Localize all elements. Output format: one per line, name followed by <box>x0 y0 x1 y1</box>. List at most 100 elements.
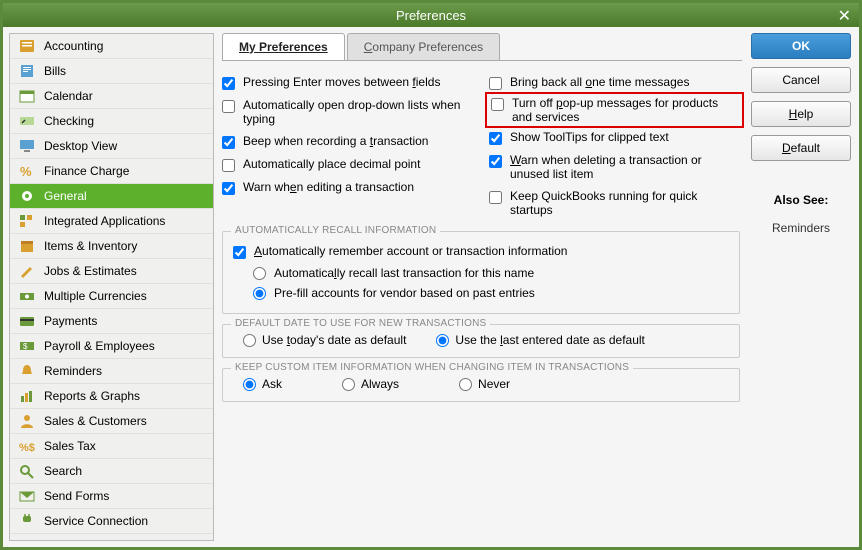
sidebar-item-label: Sales & Customers <box>44 414 147 428</box>
sidebar-item-label: Reports & Graphs <box>44 389 140 403</box>
sidebar-item-label: Items & Inventory <box>44 239 137 253</box>
right-check-2[interactable] <box>489 132 502 145</box>
abc-icon: abc <box>16 537 38 541</box>
sidebar-item-payments[interactable]: Payments <box>10 309 213 334</box>
left-check-1[interactable] <box>222 100 235 113</box>
left-check-2[interactable] <box>222 136 235 149</box>
left-check-label-3[interactable]: Automatically place decimal point <box>243 157 420 171</box>
right-check-4[interactable] <box>489 191 502 204</box>
sidebar-item-label: Desktop View <box>44 139 117 153</box>
left-check-0[interactable] <box>222 77 235 90</box>
ledger-icon <box>16 37 38 55</box>
apps-icon <box>16 212 38 230</box>
sidebar-item-checking[interactable]: Checking <box>10 109 213 134</box>
default-date-title: DEFAULT DATE TO USE FOR NEW TRANSACTIONS <box>231 318 490 329</box>
sidebar-item-bills[interactable]: Bills <box>10 59 213 84</box>
titlebar: Preferences ✕ <box>3 3 859 27</box>
remember-checkbox[interactable] <box>233 246 246 259</box>
sidebar-item-items-inventory[interactable]: Items & Inventory <box>10 234 213 259</box>
sidebar-item-integrated-applications[interactable]: Integrated Applications <box>10 209 213 234</box>
keep-never-label[interactable]: Never <box>478 377 510 391</box>
sidebar-item-jobs-estimates[interactable]: Jobs & Estimates <box>10 259 213 284</box>
right-check-label-1[interactable]: Turn off pop-up messages for products an… <box>512 96 738 124</box>
percent-icon: % <box>16 162 38 180</box>
sidebar-item-payroll-employees[interactable]: $Payroll & Employees <box>10 334 213 359</box>
left-check-label-2[interactable]: Beep when recording a transaction <box>243 134 428 148</box>
right-check-label-3[interactable]: Warn when deleting a transaction or unus… <box>510 153 740 181</box>
date-last-label[interactable]: Use the last entered date as default <box>455 333 644 347</box>
also-see-reminders[interactable]: Reminders <box>751 221 851 235</box>
right-check-label-4[interactable]: Keep QuickBooks running for quick startu… <box>510 189 740 217</box>
keep-always-label[interactable]: Always <box>361 377 399 391</box>
check-icon <box>16 112 38 130</box>
sidebar-item-label: Multiple Currencies <box>44 289 147 303</box>
keep-ask-radio[interactable] <box>243 378 256 391</box>
sidebar-item-desktop-view[interactable]: Desktop View <box>10 134 213 159</box>
chart-icon <box>16 387 38 405</box>
right-check-0[interactable] <box>489 77 502 90</box>
default-date-fieldset: DEFAULT DATE TO USE FOR NEW TRANSACTIONS… <box>222 324 740 358</box>
keep-ask-label[interactable]: Ask <box>262 377 282 391</box>
sidebar-item-multiple-currencies[interactable]: Multiple Currencies <box>10 284 213 309</box>
date-today-radio[interactable] <box>243 334 256 347</box>
right-check-1[interactable] <box>491 98 504 111</box>
right-check-label-0[interactable]: Bring back all one time messages <box>510 75 689 89</box>
close-icon[interactable]: ✕ <box>838 6 851 26</box>
remember-label[interactable]: Automatically remember account or transa… <box>254 244 567 258</box>
sidebar-item-sales-tax[interactable]: %$Sales Tax <box>10 434 213 459</box>
left-check-label-4[interactable]: Warn when editing a transaction <box>243 180 414 194</box>
sidebar-item-label: Calendar <box>44 89 93 103</box>
recall-prefill-label[interactable]: Pre-fill accounts for vendor based on pa… <box>274 286 535 300</box>
sidebar-item-calendar[interactable]: Calendar <box>10 84 213 109</box>
sidebar-item-reminders[interactable]: Reminders <box>10 359 213 384</box>
gear-icon <box>16 187 38 205</box>
left-column: Pressing Enter moves between fields Autom… <box>222 71 473 221</box>
right-button-panel: OK Cancel Help Default Also See: Reminde… <box>751 33 851 235</box>
sidebar-item-accounting[interactable]: Accounting <box>10 34 213 59</box>
sidebar-item-general[interactable]: General <box>10 184 213 209</box>
recall-last-radio[interactable] <box>253 267 266 280</box>
left-check-label-0[interactable]: Pressing Enter moves between fields <box>243 75 440 89</box>
keep-always-radio[interactable] <box>342 378 355 391</box>
tax-icon: %$ <box>16 437 38 455</box>
recall-prefill-radio[interactable] <box>253 287 266 300</box>
prefs-body: Pressing Enter moves between fields Autom… <box>222 71 740 402</box>
left-check-label-1[interactable]: Automatically open drop-down lists when … <box>243 98 473 126</box>
date-today-label[interactable]: Use today's date as default <box>262 333 406 347</box>
sidebar-item-label: General <box>44 189 87 203</box>
sidebar-item-search[interactable]: Search <box>10 459 213 484</box>
sidebar-item-spelling[interactable]: abcSpelling <box>10 534 213 541</box>
desktop-icon <box>16 137 38 155</box>
help-button[interactable]: Help <box>751 101 851 127</box>
sidebar-item-label: Finance Charge <box>44 164 129 178</box>
sidebar-item-send-forms[interactable]: Send Forms <box>10 484 213 509</box>
sidebar-item-finance-charge[interactable]: % Finance Charge <box>10 159 213 184</box>
sidebar-item-sales-customers[interactable]: Sales & Customers <box>10 409 213 434</box>
tab-company-preferences[interactable]: Company Preferences <box>347 33 500 60</box>
sidebar-item-reports-graphs[interactable]: Reports & Graphs <box>10 384 213 409</box>
right-check-label-2[interactable]: Show ToolTips for clipped text <box>510 130 669 144</box>
left-check-3[interactable] <box>222 159 235 172</box>
also-see-title: Also See: <box>751 193 851 207</box>
keep-never-radio[interactable] <box>459 378 472 391</box>
window-title: Preferences <box>396 8 466 23</box>
sidebar-item-service-connection[interactable]: Service Connection <box>10 509 213 534</box>
payroll-icon: $ <box>16 337 38 355</box>
card-icon <box>16 312 38 330</box>
recall-last-label[interactable]: Automatically recall last transaction fo… <box>274 266 534 280</box>
default-button[interactable]: Default <box>751 135 851 161</box>
sidebar-item-label: Checking <box>44 114 94 128</box>
svg-text:%$: %$ <box>19 442 35 454</box>
preferences-window: Preferences ✕ Accounting Bills Calendar Che… <box>0 0 862 550</box>
date-last-radio[interactable] <box>436 334 449 347</box>
right-check-3[interactable] <box>489 155 502 168</box>
search-icon <box>16 462 38 480</box>
sidebar-item-label: Accounting <box>44 39 103 53</box>
category-sidebar[interactable]: Accounting Bills Calendar Checking Desktop V… <box>9 33 214 541</box>
cancel-button[interactable]: Cancel <box>751 67 851 93</box>
left-check-4[interactable] <box>222 182 235 195</box>
sidebar-item-label: Jobs & Estimates <box>44 264 137 278</box>
tab-bar: My Preferences Company Preferences <box>222 33 742 61</box>
ok-button[interactable]: OK <box>751 33 851 59</box>
tab-my-preferences[interactable]: My Preferences <box>222 33 345 60</box>
